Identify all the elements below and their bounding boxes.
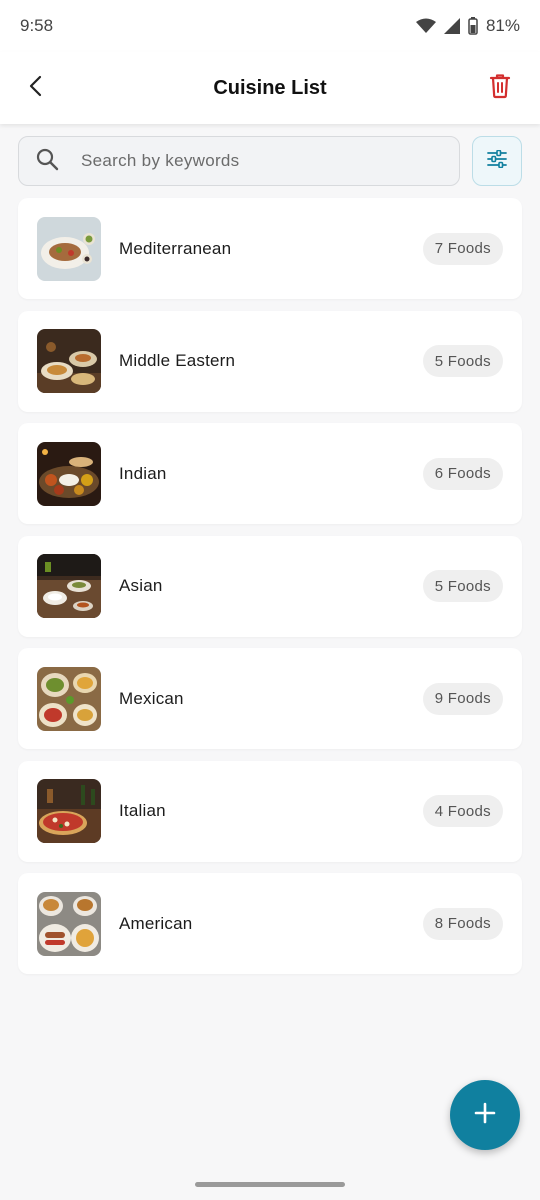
cuisine-card[interactable]: Italian 4 Foods — [18, 760, 522, 862]
food-count-badge: 8 Foods — [422, 907, 503, 940]
sliders-icon — [487, 149, 507, 173]
status-bar: 9:58 81% — [0, 0, 540, 52]
cuisine-list: Mediterranean 7 Foods Middle Eastern 5 F… — [18, 198, 522, 986]
food-count-badge: 6 Foods — [422, 457, 503, 490]
cuisine-name: Middle Eastern — [119, 351, 236, 370]
cuisine-card[interactable]: Mediterranean 7 Foods — [18, 198, 522, 299]
search-row — [18, 136, 522, 186]
add-cuisine-button[interactable] — [450, 1080, 520, 1150]
back-arrow-icon — [26, 74, 46, 103]
cuisine-name: Mexican — [119, 688, 184, 708]
search-box[interactable] — [18, 136, 460, 186]
cell-signal-icon — [443, 18, 460, 34]
plus-icon — [473, 1101, 497, 1130]
battery-percent: 81% — [485, 16, 520, 35]
cuisine-card[interactable]: Middle Eastern 5 Foods — [18, 310, 522, 412]
cuisine-thumbnail — [37, 216, 101, 281]
cuisine-thumbnail — [37, 441, 101, 506]
cuisine-thumbnail — [37, 329, 101, 393]
status-icons: 81% — [415, 16, 520, 36]
wifi-icon — [415, 18, 436, 34]
cuisine-thumbnail — [37, 666, 101, 731]
food-count-badge: 4 Foods — [422, 795, 503, 827]
cuisine-card[interactable]: Asian 5 Foods — [18, 535, 522, 637]
filter-button[interactable] — [472, 136, 522, 186]
cuisine-thumbnail — [37, 891, 101, 956]
cuisine-name: Indian — [119, 463, 167, 483]
food-count-badge: 5 Foods — [422, 570, 503, 602]
delete-button[interactable] — [480, 68, 520, 108]
cuisine-thumbnail — [37, 779, 101, 843]
cuisine-name: Asian — [119, 576, 163, 595]
cuisine-card[interactable]: American 8 Foods — [18, 873, 522, 974]
battery-icon — [468, 17, 478, 35]
cuisine-name: Mediterranean — [119, 238, 232, 258]
app-bar: Cuisine List — [0, 52, 540, 124]
status-time: 9:58 — [20, 16, 54, 35]
cuisine-thumbnail — [37, 554, 101, 618]
home-indicator[interactable] — [195, 1182, 345, 1187]
cuisine-card[interactable]: Mexican 9 Foods — [18, 648, 522, 749]
cuisine-card[interactable]: Indian 6 Foods — [18, 423, 522, 524]
search-input[interactable] — [81, 151, 401, 171]
back-button[interactable] — [16, 68, 56, 108]
cuisine-name: Italian — [119, 801, 166, 820]
search-icon — [35, 147, 59, 176]
page-title: Cuisine List — [213, 76, 327, 99]
trash-icon — [489, 73, 511, 104]
food-count-badge: 9 Foods — [422, 682, 503, 715]
food-count-badge: 5 Foods — [422, 345, 503, 377]
cuisine-name: American — [119, 913, 193, 933]
food-count-badge: 7 Foods — [422, 232, 503, 265]
